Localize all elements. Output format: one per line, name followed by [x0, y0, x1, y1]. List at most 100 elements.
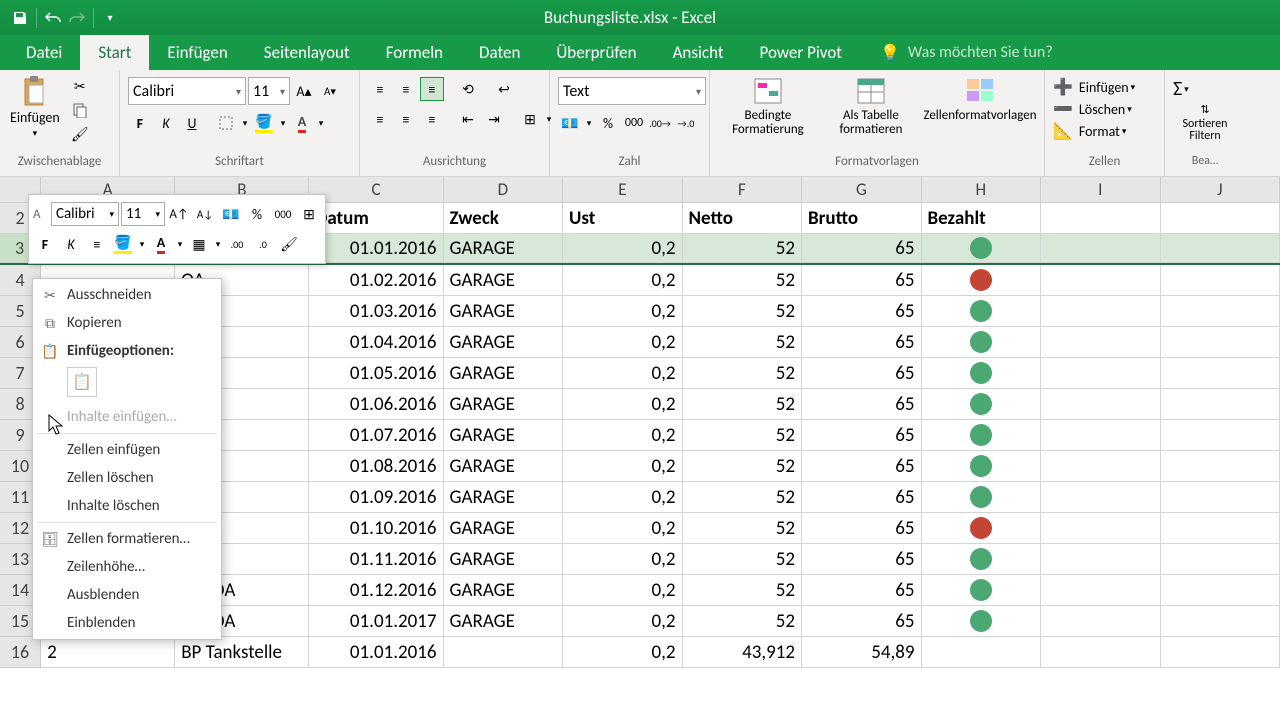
align-middle-icon[interactable]: ≡ — [394, 77, 418, 101]
redo-icon[interactable] — [65, 6, 89, 30]
grid-cell[interactable] — [1161, 637, 1280, 668]
chevron-down-icon[interactable]: ▾ — [213, 232, 223, 256]
column-header[interactable]: J — [1161, 177, 1280, 203]
grid-cell[interactable]: 52 — [683, 575, 803, 606]
grid-cell[interactable]: 0,2 — [563, 606, 683, 637]
grid-cell[interactable]: GARAGE — [444, 420, 564, 451]
save-icon[interactable] — [8, 6, 32, 30]
grid-cell[interactable]: 65 — [802, 606, 922, 637]
grid-cell[interactable] — [1041, 420, 1161, 451]
grid-cell[interactable]: 52 — [683, 606, 803, 637]
column-header[interactable]: G — [802, 177, 921, 203]
grid-cell[interactable]: 52 — [683, 482, 803, 513]
grid-cell[interactable] — [922, 606, 1042, 637]
grid-cell[interactable] — [922, 327, 1042, 358]
grid-cell[interactable]: 52 — [683, 327, 803, 358]
grid-cell[interactable] — [922, 265, 1042, 296]
increase-decimal-icon[interactable]: .00→ — [648, 111, 672, 135]
header-cell[interactable]: Brutto — [802, 203, 922, 234]
grid-cell[interactable]: 01.12.2016 — [309, 575, 443, 606]
grid-cell[interactable]: 01.01.2016 — [309, 637, 443, 668]
grid-cell[interactable]: 65 — [802, 234, 922, 263]
mini-italic-button[interactable]: K — [59, 232, 83, 256]
tab-seitenlayout[interactable]: Seitenlayout — [246, 35, 368, 70]
grid-cell[interactable]: 01.02.2016 — [309, 265, 443, 296]
grid-cell[interactable] — [1161, 296, 1280, 327]
grid-cell[interactable] — [922, 637, 1042, 668]
header-cell[interactable]: Datum — [309, 203, 443, 234]
ctx-row-height[interactable]: Zeilenhöhe… — [33, 553, 221, 581]
name-box[interactable]: A — [33, 207, 49, 222]
grid-cell[interactable] — [1041, 265, 1161, 296]
format-cells-button[interactable]: 📐Format▾ — [1053, 121, 1126, 141]
format-painter-icon[interactable]: 🖌 — [68, 123, 92, 145]
grid-cell[interactable] — [922, 575, 1042, 606]
grid-cell[interactable]: 01.01.2017 — [309, 606, 443, 637]
italic-button[interactable]: K — [154, 111, 178, 135]
grid-cell[interactable]: 54,89 — [802, 637, 922, 668]
number-format-combo[interactable]: Text▾ — [558, 77, 706, 105]
grid-cell[interactable]: 65 — [802, 389, 922, 420]
grid-cell[interactable]: 0,2 — [563, 358, 683, 389]
mini-font-color-icon[interactable]: A — [149, 232, 173, 256]
mini-decrease-font-icon[interactable]: A↓ — [193, 202, 217, 226]
mini-font-combo[interactable]: Calibri▾ — [51, 202, 119, 226]
header-cell[interactable]: Zweck — [444, 203, 564, 234]
grid-cell[interactable]: 0,2 — [563, 544, 683, 575]
tab-formeln[interactable]: Formeln — [368, 35, 461, 70]
column-header[interactable]: D — [444, 177, 563, 203]
grid-cell[interactable]: 0,2 — [563, 234, 683, 263]
grid-cell[interactable]: 2 — [41, 637, 175, 668]
grid-cell[interactable]: 0,2 — [563, 420, 683, 451]
tab-powerpivot[interactable]: Power Pivot — [742, 35, 860, 70]
grid-cell[interactable]: 01.08.2016 — [309, 451, 443, 482]
header-cell[interactable]: Netto — [683, 203, 803, 234]
tell-me-search[interactable]: 💡 Was möchten Sie tun? — [880, 35, 1053, 70]
decrease-font-icon[interactable]: A▾ — [318, 79, 342, 103]
decrease-decimal-icon[interactable]: →.0 — [674, 111, 698, 135]
format-as-table-button[interactable]: Als Tabelle formatieren — [822, 73, 920, 140]
grid-cell[interactable] — [1161, 234, 1280, 263]
grid-cell[interactable] — [1041, 296, 1161, 327]
mini-fill-color-icon[interactable]: 🪣 — [111, 232, 135, 256]
delete-cells-button[interactable]: ➖Löschen▾ — [1053, 99, 1132, 119]
grid-cell[interactable]: GARAGE — [444, 451, 564, 482]
grid-cell[interactable]: GARAGE — [444, 544, 564, 575]
grid-cell[interactable]: GARAGE — [444, 234, 564, 263]
grid-cell[interactable]: 01.11.2016 — [309, 544, 443, 575]
column-header[interactable]: H — [922, 177, 1041, 203]
grid-cell[interactable]: 0,2 — [563, 637, 683, 668]
cell-styles-button[interactable]: Zellenformatvorlagen — [920, 73, 1040, 125]
accounting-format-icon[interactable]: 💶 — [558, 111, 582, 135]
tab-datei[interactable]: Datei — [8, 35, 80, 70]
bold-button[interactable]: F — [128, 111, 152, 135]
mini-merge-icon[interactable]: ⊞ — [297, 202, 321, 226]
align-center-icon[interactable]: ≡ — [394, 107, 418, 131]
wrap-text-icon[interactable]: ↩ — [492, 77, 516, 101]
increase-font-icon[interactable]: A▴ — [292, 79, 316, 103]
grid-cell[interactable]: 0,2 — [563, 265, 683, 296]
fill-color-icon[interactable]: 🪣 — [252, 111, 276, 135]
mini-bold-button[interactable]: F — [33, 232, 57, 256]
grid-cell[interactable]: GARAGE — [444, 265, 564, 296]
grid-cell[interactable]: 52 — [683, 513, 803, 544]
grid-cell[interactable]: 65 — [802, 358, 922, 389]
grid-cell[interactable] — [1041, 575, 1161, 606]
column-header[interactable]: C — [309, 177, 443, 203]
grid-cell[interactable] — [1161, 606, 1280, 637]
grid-cell[interactable]: GARAGE — [444, 358, 564, 389]
grid-cell[interactable] — [922, 420, 1042, 451]
grid-cell[interactable]: 01.05.2016 — [309, 358, 443, 389]
increase-indent-icon[interactable]: ⇥ — [482, 107, 506, 131]
grid-cell[interactable]: 65 — [802, 451, 922, 482]
sort-filter-button[interactable]: ⇅ Sortieren Filtern — [1173, 101, 1237, 144]
autosum-icon[interactable]: Σ — [1173, 77, 1182, 101]
grid-cell[interactable] — [1041, 482, 1161, 513]
grid-cell[interactable]: 43,912 — [683, 637, 803, 668]
grid-cell[interactable]: 65 — [802, 265, 922, 296]
grid-cell[interactable] — [1161, 513, 1280, 544]
tab-ansicht[interactable]: Ansicht — [655, 35, 742, 70]
font-name-combo[interactable]: Calibri▾ — [128, 77, 246, 105]
grid-cell[interactable]: 65 — [802, 296, 922, 327]
mini-inc-decimal-icon[interactable]: .00 — [225, 232, 249, 256]
